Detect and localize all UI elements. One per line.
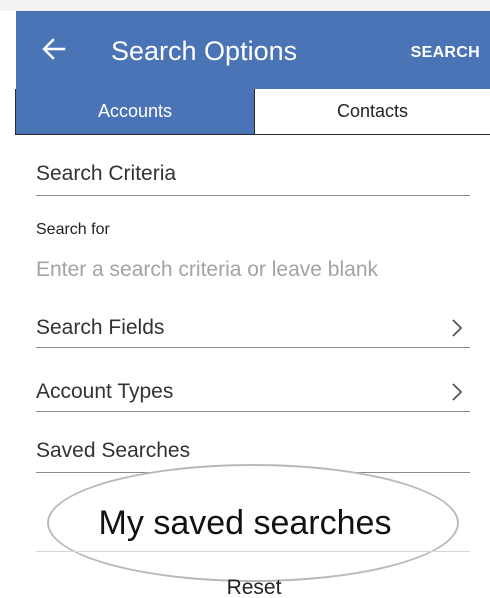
saved-searches-label: Saved Searches [36,439,191,462]
search-criteria-heading: Search Criteria [36,162,177,185]
chevron-right-icon [452,383,463,401]
search-criteria-divider [36,195,470,196]
tab-contacts[interactable]: Contacts [255,89,490,134]
arrow-left-icon[interactable] [40,35,68,63]
account-types-divider [36,411,470,412]
app-bar: Search Options SEARCH [16,11,490,89]
tab-bar: Accounts Contacts [15,89,490,135]
saved-searches-select[interactable]: My saved searches [0,503,490,543]
account-types-row[interactable]: Account Types [36,377,470,411]
account-types-label: Account Types [36,380,174,403]
search-fields-label: Search Fields [36,316,165,339]
search-button[interactable]: SEARCH [411,43,480,63]
tab-accounts[interactable]: Accounts [15,89,255,134]
reset-button[interactable]: Reset [0,576,490,598]
search-options-screen: Search Options SEARCH Accounts Contacts … [0,0,490,598]
status-strip [0,0,490,11]
chevron-right-icon [452,319,463,337]
page-title: Search Options [111,36,298,66]
search-fields-row[interactable]: Search Fields [36,313,470,347]
search-fields-divider [36,347,470,348]
search-for-input[interactable] [36,256,470,284]
search-for-label: Search for [36,221,110,238]
saved-searches-select-divider [36,551,470,552]
